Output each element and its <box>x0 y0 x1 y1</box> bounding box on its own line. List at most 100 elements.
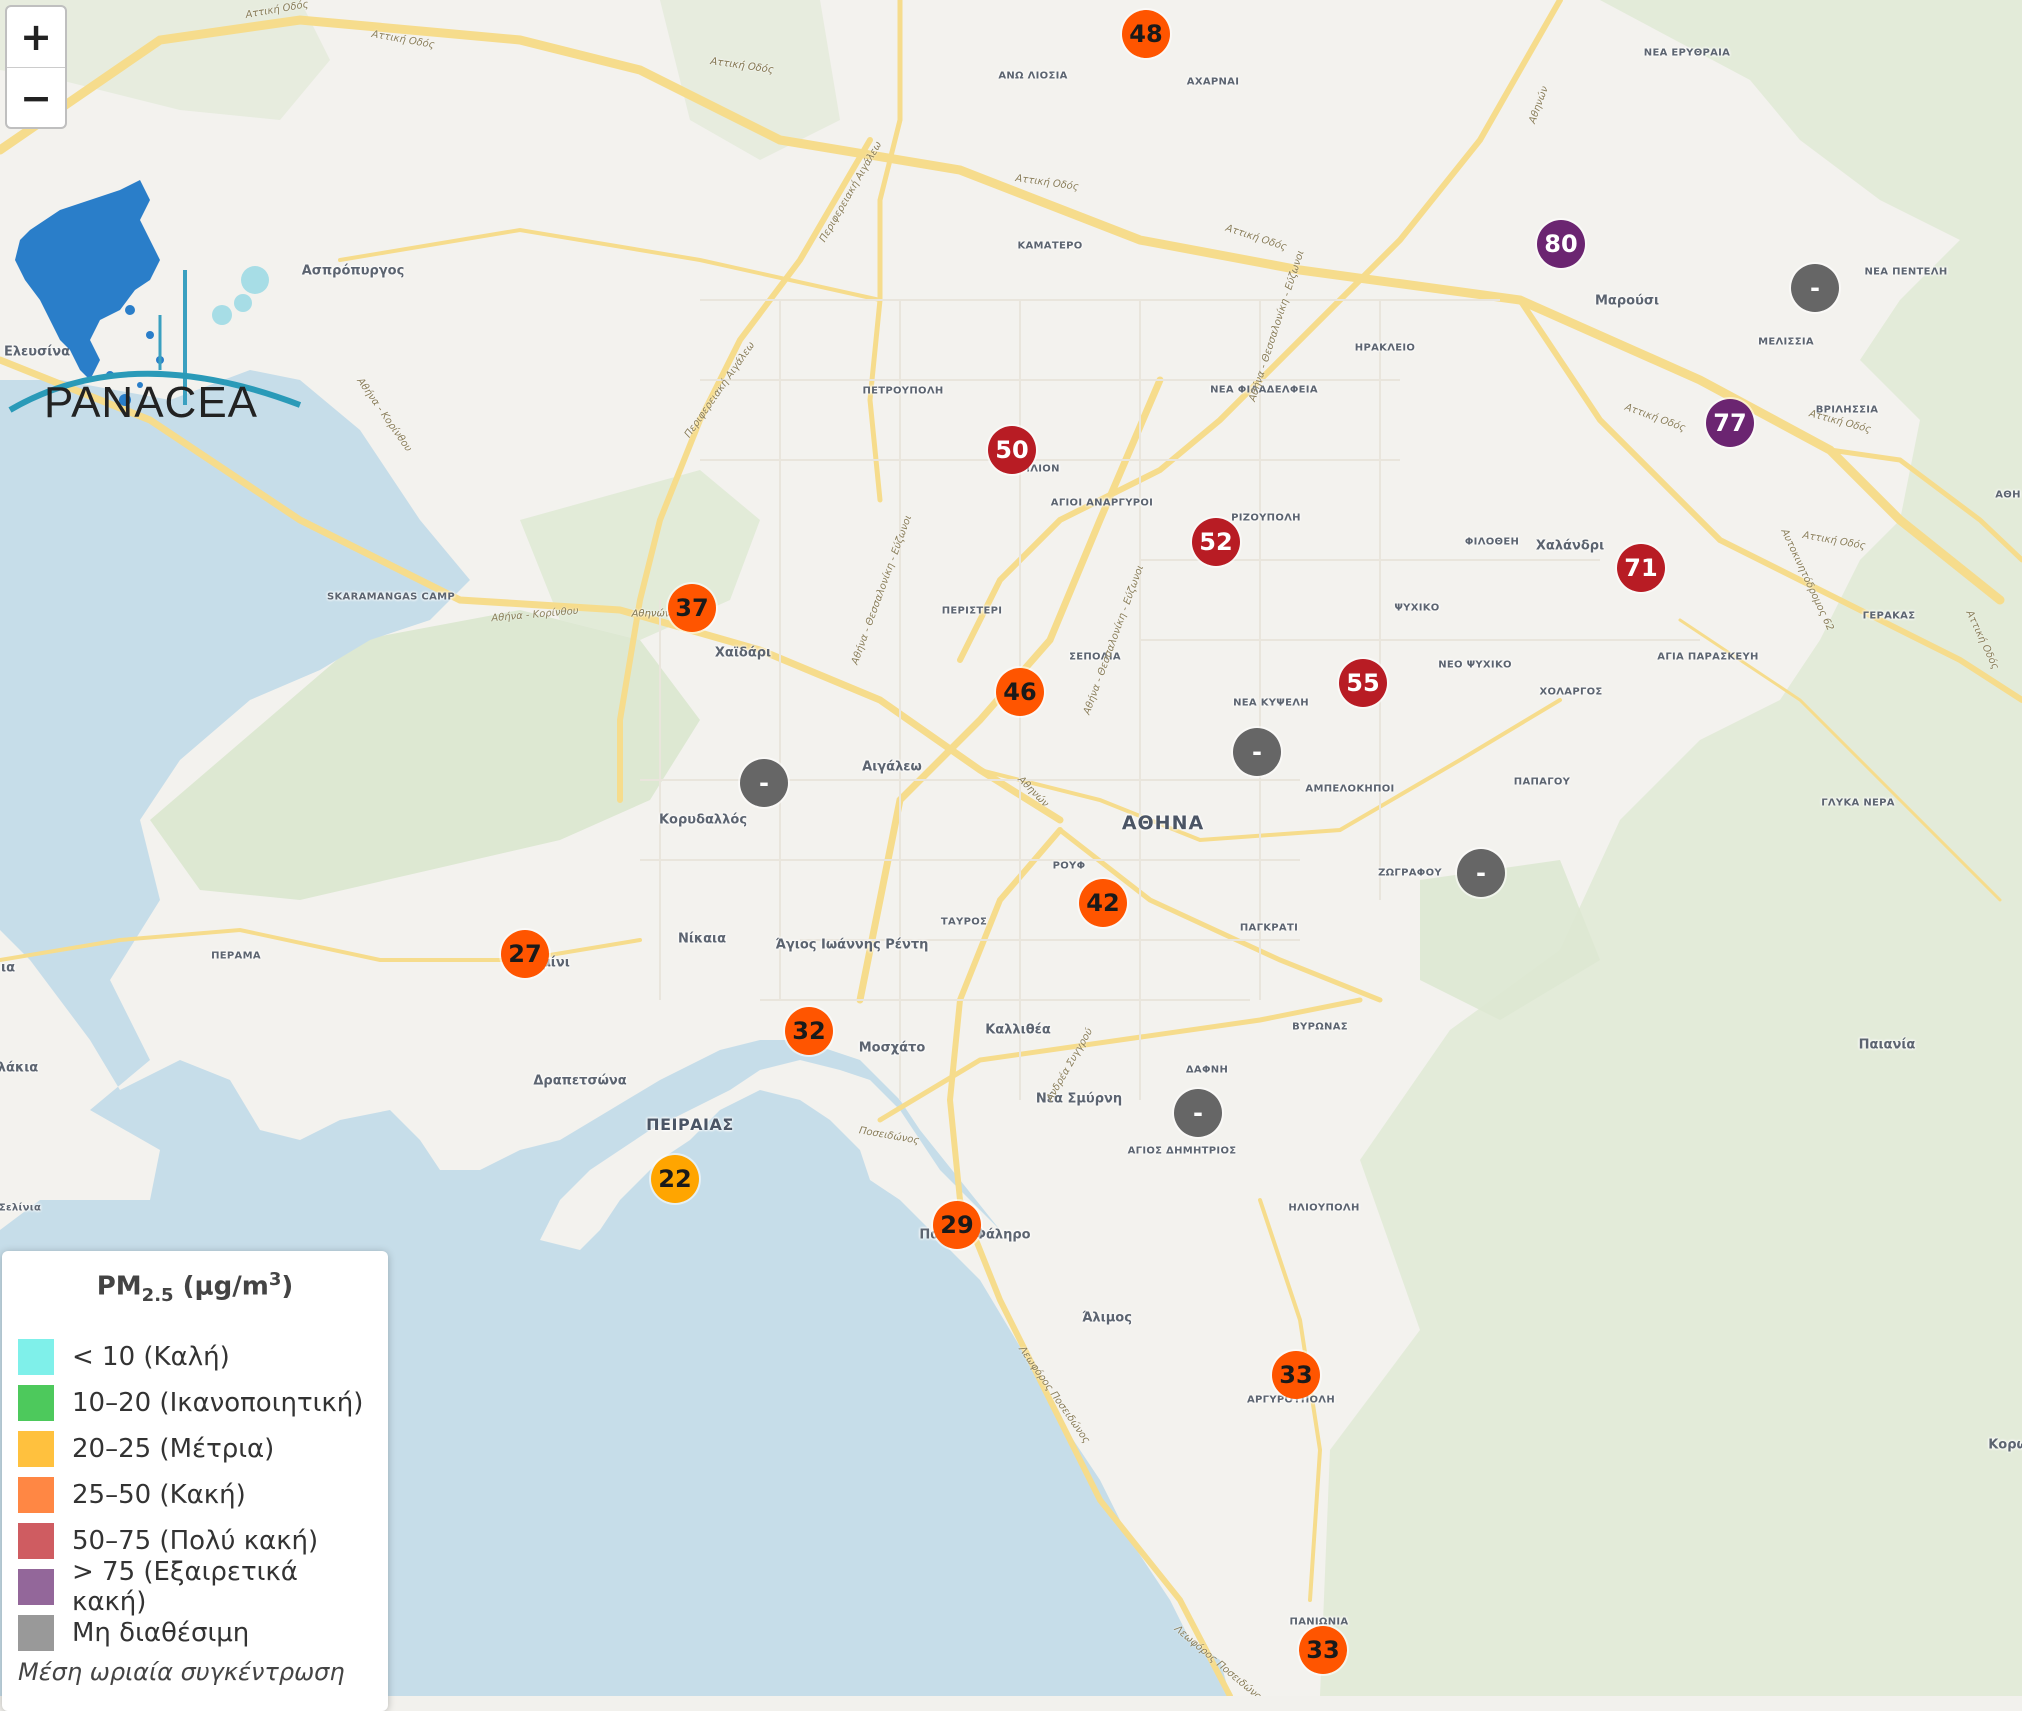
place-label: ΝΕΑ ΚΥΨΕΛΗ <box>1233 697 1309 709</box>
station-marker[interactable]: 29 <box>933 1201 981 1249</box>
place-label: ΡΟΥΦ <box>1052 860 1086 872</box>
place-label: ΝΕΑ ΦΙΛΑΔΕΛΦΕΙΑ <box>1210 384 1318 396</box>
station-marker[interactable]: 48 <box>1122 10 1170 58</box>
place-label: Καλλιθέα <box>985 1022 1051 1038</box>
road-label: Αθηνών <box>631 608 671 620</box>
station-marker[interactable]: 33 <box>1272 1351 1320 1399</box>
place-label: ΠΕΤΡΟΥΠΟΛΗ <box>862 385 944 397</box>
place-label: ΓΕΡΑΚΑΣ <box>1862 610 1916 622</box>
legend-item: < 10 (Καλή) <box>18 1334 372 1380</box>
place-label: ΗΡΑΚΛΕΙΟ <box>1354 342 1416 354</box>
panacea-logo: PANACEA <box>0 170 310 440</box>
station-marker[interactable]: 42 <box>1079 879 1127 927</box>
place-label: Αιγάλεω <box>862 759 922 775</box>
place-label: ΑΜΠΕΛΟΚΗΠΟΙ <box>1305 783 1395 795</box>
legend-swatch <box>18 1614 54 1651</box>
place-label: ΑΘΗ <box>1995 489 2021 501</box>
station-marker[interactable]: - <box>1791 264 1839 312</box>
legend-item: 25–50 (Κακή) <box>18 1472 372 1518</box>
place-label: ΡΙΖΟΥΠΟΛΗ <box>1231 512 1301 524</box>
place-label: Παιανία <box>1858 1037 1916 1053</box>
station-marker[interactable]: 37 <box>668 584 716 632</box>
zoom-in-button[interactable]: + <box>7 7 65 68</box>
place-label: ΔΑΦΝΗ <box>1185 1064 1229 1076</box>
legend-items: < 10 (Καλή) 10–20 (Ικανοποιητική) 20–25 (Μ… <box>18 1334 372 1656</box>
place-label: SKARAMANGAS CAMP <box>327 591 455 603</box>
legend-swatch <box>18 1338 54 1375</box>
place-label: ΑΝΩ ΛΙΟΣΙΑ <box>998 70 1068 82</box>
place-label: Ασπρόπυργος <box>301 263 405 279</box>
place-label: ΦΙΛΟΘΕΗ <box>1464 536 1520 548</box>
place-label: ΠΕΙΡΑΙΑΣ <box>646 1114 734 1134</box>
place-label: Χαϊδάρι <box>714 645 772 661</box>
station-marker[interactable]: 46 <box>996 668 1044 716</box>
legend-note: Μέση ωριαία συγκέντρωση <box>18 1657 345 1686</box>
place-label: Μοσχάτο <box>858 1040 926 1056</box>
station-marker[interactable]: 52 <box>1192 518 1240 566</box>
place-label: ΠΕΡΙΣΤΕΡΙ <box>941 605 1003 617</box>
legend-swatch <box>18 1384 54 1421</box>
place-label: ΑΓΙΟΙ ΑΝΑΡΓΥΡΟΙ <box>1050 497 1154 509</box>
place-label: Νίκαια <box>677 931 727 947</box>
place-label: ΚΑΜΑΤΕΡΟ <box>1017 240 1083 252</box>
place-label: ΗΛΙΟΥΠΟΛΗ <box>1288 1202 1360 1214</box>
place-label: ΒΥΡΩΝΑΣ <box>1292 1021 1348 1033</box>
legend-label: < 10 (Καλή) <box>72 1341 230 1372</box>
pm25-legend: PM2.5 (μg/m3) < 10 (Καλή) 10–20 (Ικανοποι… <box>2 1251 388 1711</box>
place-label: Σελίνια <box>0 1202 42 1214</box>
place-label: ΧΟΛΑΡΓΟΣ <box>1539 686 1603 698</box>
station-marker[interactable]: 77 <box>1706 399 1754 447</box>
station-marker[interactable]: - <box>1233 728 1281 776</box>
station-marker[interactable]: - <box>740 759 788 807</box>
station-marker[interactable]: - <box>1457 849 1505 897</box>
place-label: ΠΕΡΑΜΑ <box>211 950 261 962</box>
legend-label: 10–20 (Ικανοποιητική) <box>72 1387 364 1418</box>
station-marker[interactable]: 33 <box>1299 1626 1347 1674</box>
place-label: ΠΑΓΚΡΑΤΙ <box>1239 922 1299 934</box>
place-label: ΓΛΥΚΑ ΝΕΡΑ <box>1821 797 1895 809</box>
logo-text: PANACEA <box>44 378 259 427</box>
place-label: λάκια <box>0 1060 39 1076</box>
legend-label: 20–25 (Μέτρια) <box>72 1433 275 1464</box>
place-label: Κορυδαλλός <box>658 812 748 828</box>
legend-swatch <box>18 1522 54 1559</box>
legend-swatch <box>18 1476 54 1513</box>
place-label: ΑΘΗΝΑ <box>1121 812 1205 835</box>
place-label: ΑΓΙΟΣ ΔΗΜΗΤΡΙΟΣ <box>1127 1145 1237 1157</box>
legend-item: 20–25 (Μέτρια) <box>18 1426 372 1472</box>
legend-label: Μη διαθέσιμη <box>72 1617 250 1648</box>
station-marker[interactable]: 32 <box>785 1007 833 1055</box>
legend-item: > 75 (Εξαιρετικά κακή) <box>18 1557 372 1617</box>
station-marker[interactable]: 27 <box>501 930 549 978</box>
station-marker[interactable]: - <box>1174 1089 1222 1137</box>
place-label: ΝΕΑ ΕΡΥΘΡΑΙΑ <box>1643 47 1731 59</box>
place-label: Μαρούσι <box>1594 293 1660 309</box>
place-label: ΜΕΛΙΣΣΙΑ <box>1758 336 1814 348</box>
place-label: ΠΑΠΑΓΟΥ <box>1513 776 1571 788</box>
place-label: Χαλάνδρι <box>1535 538 1605 554</box>
place-label: ΝΕΟ ΨΥΧΙΚΟ <box>1438 659 1512 671</box>
place-label: ΨΥΧΙΚΟ <box>1394 602 1440 614</box>
place-label: Άγιος Ιωάννης Ρέντη <box>775 937 929 953</box>
station-marker[interactable]: 55 <box>1339 659 1387 707</box>
place-label: ια <box>1 960 15 976</box>
legend-swatch <box>18 1568 54 1605</box>
legend-item: 10–20 (Ικανοποιητική) <box>18 1380 372 1426</box>
place-label: ΖΩΓΡΑΦΟΥ <box>1378 867 1442 879</box>
zoom-control: + − <box>5 5 67 129</box>
legend-title: PM2.5 (μg/m3) <box>96 1269 294 1306</box>
zoom-out-button[interactable]: − <box>7 68 65 128</box>
place-label: ΑΧΑΡΝΑΙ <box>1186 76 1240 88</box>
station-marker[interactable]: 22 <box>651 1155 699 1203</box>
place-label: Κορω <box>1988 1437 2022 1453</box>
station-marker[interactable]: 50 <box>988 426 1036 474</box>
station-marker[interactable]: 71 <box>1617 544 1665 592</box>
legend-label: 25–50 (Κακή) <box>72 1479 246 1510</box>
place-label: ΝΕΑ ΠΕΝΤΕΛΗ <box>1864 266 1948 278</box>
place-label: ΑΓΙΑ ΠΑΡΑΣΚΕΥΗ <box>1657 651 1759 663</box>
legend-label: 50–75 (Πολύ κακή) <box>72 1525 319 1556</box>
legend-label: > 75 (Εξαιρετικά κακή) <box>72 1556 298 1617</box>
place-label: Δραπετσώνα <box>533 1073 627 1089</box>
station-marker[interactable]: 80 <box>1537 220 1585 268</box>
legend-swatch <box>18 1430 54 1467</box>
